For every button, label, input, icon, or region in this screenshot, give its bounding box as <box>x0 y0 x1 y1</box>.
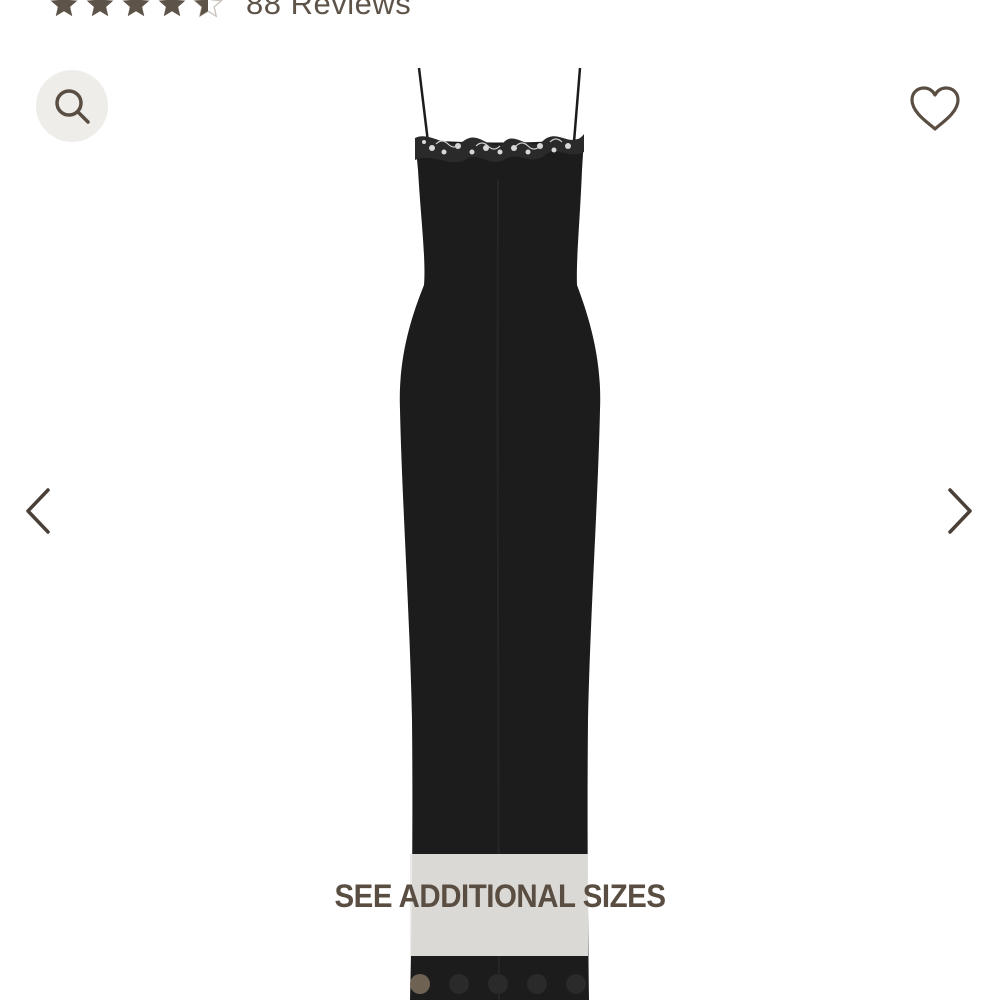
carousel-dot[interactable] <box>566 974 586 994</box>
star-rating <box>48 0 224 20</box>
star-icon <box>86 0 114 17</box>
search-button[interactable] <box>36 70 108 142</box>
carousel-dot[interactable] <box>449 974 469 994</box>
heart-icon[interactable] <box>908 84 962 134</box>
star-icon <box>158 0 186 17</box>
chevron-left-icon[interactable] <box>20 484 56 538</box>
star-icon <box>50 0 78 17</box>
rating-row[interactable]: 88 Reviews <box>48 0 411 24</box>
carousel-dot[interactable] <box>527 974 547 994</box>
search-icon <box>55 89 90 124</box>
reviews-count-link[interactable]: 88 Reviews <box>246 0 411 22</box>
half-star-icon <box>193 0 223 18</box>
chevron-right-icon[interactable] <box>942 484 978 538</box>
star-icon <box>122 0 150 17</box>
carousel-pagination <box>410 974 586 994</box>
carousel-dot[interactable] <box>488 974 508 994</box>
carousel-dot[interactable] <box>410 974 430 994</box>
see-additional-sizes-button[interactable]: SEE ADDITIONAL SIZES <box>334 878 666 915</box>
